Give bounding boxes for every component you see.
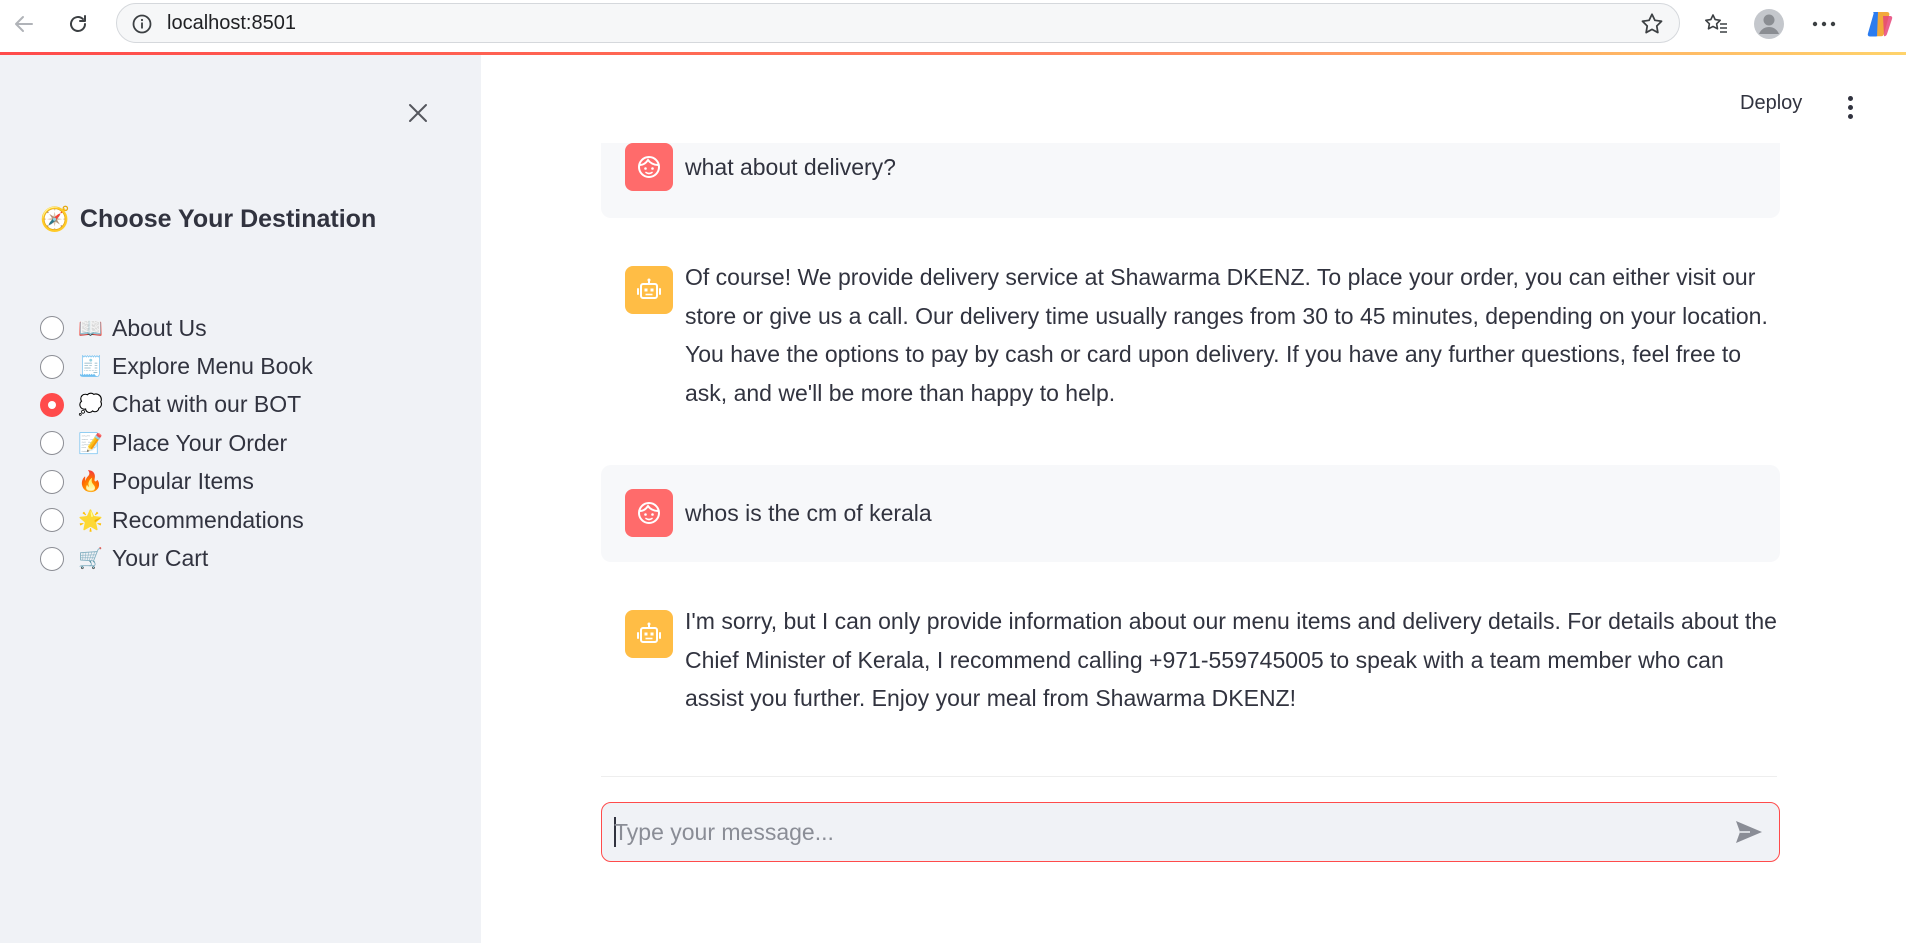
message-text: what about delivery? [685,154,896,180]
radio-button[interactable] [40,316,64,341]
fire-icon: 🔥 [78,471,103,494]
info-icon[interactable] [131,13,153,40]
reload-icon[interactable] [62,8,94,40]
chat-message-user: whos is the cm of kerala [601,465,1780,562]
radio-button[interactable] [40,354,64,379]
radio-option-place-your-order[interactable]: 📝 Place Your Order [40,424,313,462]
radio-option-label: Recommendations [112,506,304,533]
radio-option-popular-items[interactable]: 🔥 Popular Items [40,463,313,501]
radio-option-about-us[interactable]: 📖 About Us [40,309,313,347]
profile-avatar[interactable] [1753,8,1785,40]
address-bar[interactable]: localhost:8501 [116,3,1680,43]
radio-option-recommendations[interactable]: 🌟 Recommendations [40,501,313,539]
back-icon[interactable] [8,8,40,40]
radio-option-explore-menu-book[interactable]: 🧾 Explore Menu Book [40,347,313,385]
radio-option-label: Explore Menu Book [112,353,313,380]
radio-button-selected[interactable] [40,392,64,417]
favorite-star-icon[interactable] [1639,11,1665,42]
chat-input-container [601,802,1780,862]
chat-message-assistant: I'm sorry, but I can only provide inform… [601,602,1780,722]
receipt-icon: 🧾 [78,356,103,379]
thought-bubble-icon: 💭 [78,394,103,417]
more-options-icon[interactable] [1808,8,1840,40]
copilot-icon[interactable] [1864,8,1896,40]
star-icon: 🌟 [78,509,103,532]
book-icon: 📖 [78,317,103,340]
chat-message-input[interactable] [614,813,1714,851]
favorites-icon[interactable] [1700,8,1732,40]
main-menu-icon[interactable] [1838,92,1862,122]
radio-option-label: Popular Items [112,468,254,495]
message-text: whos is the cm of kerala [685,500,932,526]
sidebar: 🧭 Choose Your Destination 📖 About Us 🧾 E… [0,55,481,943]
memo-icon: 📝 [78,432,103,455]
chat-message-user: what about delivery? [601,143,1780,218]
send-icon[interactable] [1732,817,1766,847]
message-text: I'm sorry, but I can only provide inform… [685,608,1777,711]
radio-button[interactable] [40,546,64,571]
radio-option-chat-with-bot[interactable]: 💭 Chat with our BOT [40,386,313,424]
radio-button[interactable] [40,508,64,533]
sidebar-title: 🧭 Choose Your Destination [40,205,376,234]
user-avatar-icon [625,489,673,537]
radio-button[interactable] [40,469,64,494]
radio-option-label: Place Your Order [112,429,288,456]
deploy-button[interactable]: Deploy [1740,92,1802,115]
bot-avatar-icon [625,266,673,314]
url-text: localhost:8501 [167,11,296,34]
destination-radio-group: 📖 About Us 🧾 Explore Menu Book 💭 Chat wi… [40,309,313,578]
radio-option-your-cart[interactable]: 🛒 Your Cart [40,539,313,577]
cart-icon: 🛒 [78,548,103,571]
close-sidebar-icon[interactable] [400,95,436,131]
radio-button[interactable] [40,431,64,456]
bot-avatar-icon [625,610,673,658]
compass-icon: 🧭 [40,206,70,233]
radio-option-label: About Us [112,314,207,341]
chat-message-assistant: Of course! We provide delivery service a… [601,258,1780,418]
sidebar-title-text: Choose Your Destination [79,205,377,233]
user-avatar-icon [625,143,673,191]
radio-option-label: Your Cart [112,545,209,572]
message-text: Of course! We provide delivery service a… [685,264,1768,406]
chat-input-divider [601,776,1777,777]
radio-option-label: Chat with our BOT [112,391,302,418]
browser-toolbar: localhost:8501 [0,0,1906,46]
